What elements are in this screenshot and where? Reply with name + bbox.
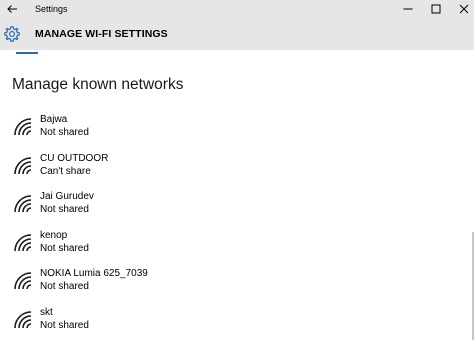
- network-status: Not shared: [40, 204, 89, 215]
- scroll-position-indicator: [16, 52, 38, 54]
- network-status: Can't share: [40, 165, 91, 177]
- network-name: Bajwa: [40, 114, 68, 125]
- wifi-icon: [14, 272, 32, 290]
- network-item-jai-gurudev[interactable]: Jai Gurudev Not shared: [0, 187, 474, 226]
- minimize-button[interactable]: [394, 0, 422, 18]
- back-arrow-icon: [7, 5, 17, 13]
- title-bar: Settings: [0, 0, 474, 18]
- page-header: MANAGE WI-FI SETTINGS: [0, 18, 474, 50]
- network-item-cu-outdoor[interactable]: CU OUTDOOR Can't share: [0, 149, 474, 188]
- settings-window: Settings MANAGE WI-FI SETTINGS Manage kn…: [0, 0, 474, 341]
- gear-icon: [4, 26, 20, 42]
- close-icon: [459, 4, 469, 14]
- network-name: CU OUTDOOR: [40, 152, 109, 164]
- close-button[interactable]: [450, 0, 474, 18]
- known-networks-list: Bajwa Not shared CU OUTDOOR Can't share: [0, 110, 474, 341]
- wifi-icon: [14, 118, 32, 136]
- network-status: Not shared: [40, 242, 89, 254]
- minimize-icon: [403, 8, 413, 10]
- network-status: Not shared: [40, 281, 89, 292]
- network-status: Not shared: [40, 319, 89, 331]
- network-status: Not shared: [40, 127, 89, 138]
- section-title: Manage known networks: [12, 76, 184, 93]
- network-item-nokia-lumia[interactable]: NOKIA Lumia 625_7039 Not shared: [0, 264, 474, 303]
- maximize-icon: [431, 4, 441, 14]
- back-button[interactable]: [0, 0, 24, 18]
- network-name: Jai Gurudev: [40, 191, 94, 202]
- wifi-icon: [14, 233, 32, 251]
- wifi-icon: [14, 156, 32, 174]
- network-item-skt[interactable]: skt Not shared: [0, 303, 474, 341]
- maximize-button[interactable]: [422, 0, 450, 18]
- network-item-bajwa[interactable]: Bajwa Not shared: [0, 110, 474, 149]
- network-name: NOKIA Lumia 625_7039: [40, 268, 148, 279]
- network-name: kenop: [40, 229, 68, 241]
- wifi-icon: [14, 310, 32, 328]
- app-title: Settings: [35, 4, 68, 14]
- page-title: MANAGE WI-FI SETTINGS: [35, 28, 168, 40]
- wifi-icon: [14, 195, 32, 213]
- network-name: skt: [40, 306, 53, 318]
- network-item-kenop[interactable]: kenop Not shared: [0, 226, 474, 265]
